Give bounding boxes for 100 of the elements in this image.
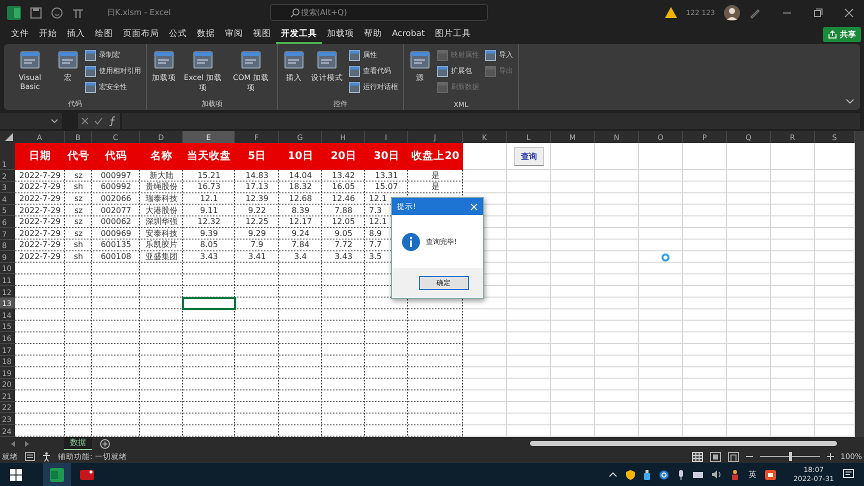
select-all-corner[interactable] (0, 131, 15, 143)
app-tray-icon[interactable] (765, 470, 776, 480)
page-layout-icon[interactable] (710, 452, 721, 462)
table-cell: 9.22 (248, 206, 266, 215)
query-button[interactable]: 查询 (514, 147, 544, 166)
menu-tab[interactable]: 公式 (164, 26, 192, 44)
menu-tab[interactable]: 插入 (62, 26, 90, 44)
menu-tab[interactable]: 图片工具 (430, 26, 476, 44)
window-icon (349, 50, 360, 60)
table-cell: 贵绳股份 (146, 183, 178, 192)
restore-icon[interactable] (813, 8, 823, 18)
usb-drive-icon[interactable] (644, 470, 650, 480)
menu-tab[interactable]: 文件 (6, 26, 34, 44)
table-cell: 12.1 (369, 194, 387, 203)
table-cell: sh (74, 183, 84, 192)
zoom-in-icon[interactable] (826, 453, 834, 460)
network-icon[interactable] (693, 470, 704, 478)
microphone-icon[interactable] (678, 470, 684, 480)
menu-tab[interactable]: 绘图 (90, 26, 118, 44)
header-cell: 30日 (365, 143, 408, 170)
window-icon (19, 49, 41, 71)
table-cell: 7.7 (369, 241, 382, 250)
save-icon[interactable] (30, 6, 42, 18)
table-cell: 18.32 (289, 183, 312, 192)
menu-tab[interactable]: 视图 (248, 26, 276, 44)
collapse-icon[interactable] (846, 99, 854, 104)
chevron-up-icon[interactable] (609, 472, 618, 477)
macro-record-icon[interactable] (25, 452, 35, 461)
menu-tab[interactable]: 开始 (34, 26, 62, 44)
shield-icon[interactable] (626, 470, 636, 480)
table-cell: 3.41 (248, 252, 266, 261)
next-sheet-icon[interactable] (24, 440, 30, 446)
previous-sheet-icon[interactable] (10, 440, 16, 446)
table-cell: 13.42 (332, 172, 355, 180)
globe-icon[interactable] (659, 470, 670, 480)
normal-view-icon[interactable] (692, 452, 703, 462)
table-cell: 8.9 (369, 230, 382, 238)
speaker-icon[interactable] (712, 470, 722, 479)
notification-icon[interactable] (843, 469, 854, 480)
zoom-slider[interactable] (788, 452, 792, 461)
table-cell: 2022-7-29 (19, 230, 61, 238)
table-cell: 14.83 (246, 172, 268, 180)
menu-tab[interactable]: 页面布局 (118, 26, 164, 44)
table-cell: 深圳华强 (146, 218, 178, 226)
close-icon[interactable] (844, 8, 854, 18)
window-icon (437, 66, 448, 76)
menu-tab[interactable]: 审阅 (220, 26, 248, 44)
menu-tab[interactable]: 数据 (192, 26, 220, 44)
table-cell: 000997 (100, 172, 132, 180)
share-button[interactable]: 共享 (823, 27, 861, 42)
info-icon (402, 232, 420, 250)
window-icon (409, 49, 431, 71)
window-icon (437, 82, 448, 92)
page-break-icon[interactable] (728, 452, 739, 462)
menu-tab[interactable]: 帮助 (359, 26, 387, 44)
menu-tab[interactable]: 加载项 (322, 26, 359, 44)
header-cell: 代号 (65, 143, 92, 170)
table-cell: 2022-7-29 (19, 252, 61, 261)
pen-icon[interactable] (749, 6, 761, 18)
pi-icon[interactable] (72, 6, 84, 18)
menu-tab[interactable]: Acrobat (387, 26, 430, 42)
table-cell: sz (74, 230, 83, 238)
table-cell: 2022-7-29 (19, 183, 61, 192)
table-cell: 2022-7-29 (19, 241, 61, 250)
selected-cell (183, 298, 235, 310)
function-icon (108, 116, 118, 126)
zoom-out-icon[interactable] (746, 453, 753, 460)
table-cell: 002077 (100, 206, 132, 215)
header-cell: 日期 (15, 143, 65, 170)
table-cell: 2022-7-29 (19, 194, 61, 203)
table-cell: 9.29 (248, 230, 266, 238)
table-cell: 3.43 (334, 252, 352, 261)
figure-icon[interactable] (731, 470, 740, 480)
table-cell: 是 (432, 172, 440, 180)
window-icon (349, 82, 360, 92)
window-icon (192, 49, 214, 71)
warning-icon[interactable] (665, 7, 678, 18)
table-cell: 新大陆 (150, 172, 174, 180)
table-cell: 大港股份 (146, 206, 178, 215)
add-sheet-icon[interactable] (100, 438, 110, 448)
table-cell: 3.5 (369, 252, 382, 261)
table-cell: 16.05 (332, 183, 355, 192)
table-cell: 12.17 (289, 218, 312, 226)
input-method[interactable]: 英 (748, 469, 756, 480)
formula-buttons[interactable] (78, 113, 120, 129)
table-cell: 3.4 (294, 252, 307, 261)
window-icon (283, 49, 305, 71)
avatar-icon[interactable] (724, 4, 740, 20)
vertical-scrollbar[interactable] (855, 131, 864, 437)
search-field[interactable]: 搜索(Alt+Q) (270, 4, 488, 21)
table-cell: sz (74, 172, 83, 180)
accessibility-icon[interactable] (42, 452, 51, 462)
table-cell: 亚盛集团 (146, 252, 178, 261)
window-title: 日K.xlsm - Excel (107, 7, 171, 18)
windows-logo-icon[interactable] (10, 468, 22, 480)
ring-icon (661, 253, 670, 262)
table-cell: sz (74, 194, 83, 203)
share-icon (828, 30, 837, 39)
smiley-icon[interactable] (51, 6, 63, 18)
camera-icon[interactable] (80, 468, 94, 480)
